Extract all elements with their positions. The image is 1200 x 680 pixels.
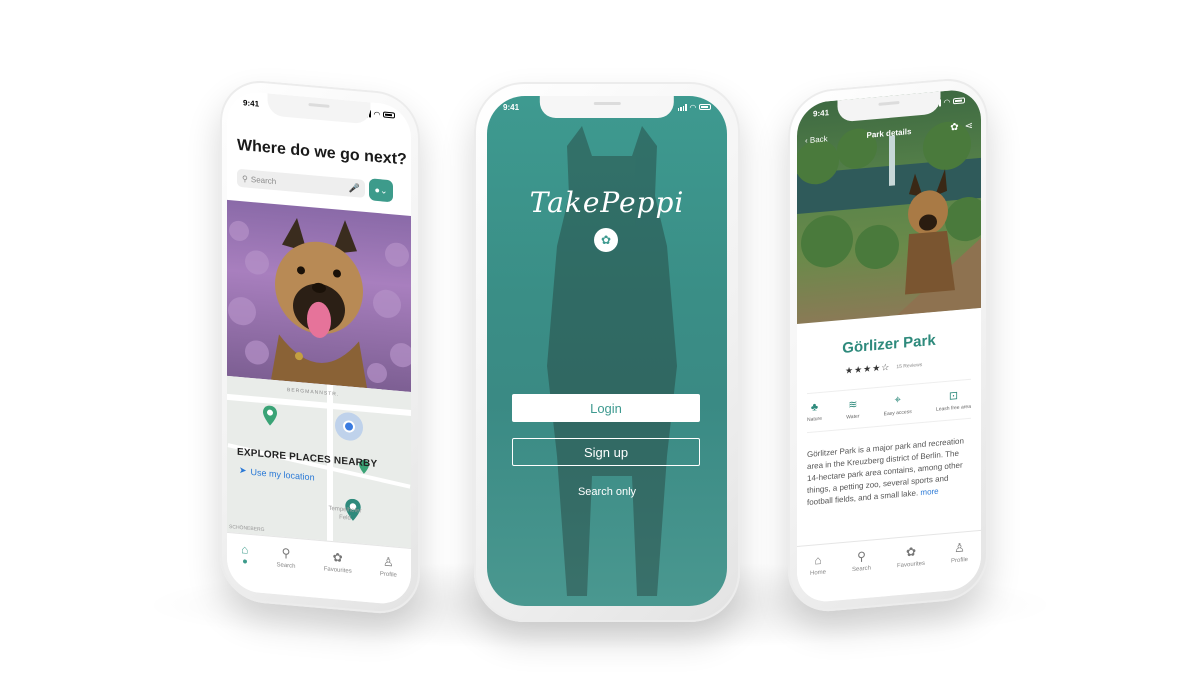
wifi-icon: ◠	[373, 109, 380, 119]
wifi-icon: ◠	[943, 97, 950, 107]
amenity-label: Leash free area	[935, 403, 971, 413]
microphone-icon[interactable]: 🎤	[349, 182, 360, 194]
brand-logo: TakePeppi	[529, 186, 685, 219]
battery-icon	[953, 97, 965, 105]
filter-button[interactable]: ● ⌄	[369, 178, 393, 203]
phone-park-details-screen: 9:41 ◠ ‹ Back Park details ✿ ⋖ Görlizer …	[788, 75, 988, 615]
wifi-icon: ◠	[689, 102, 696, 112]
paw-favourite-icon[interactable]: ✿	[950, 122, 958, 134]
description-text: Görlitzer Park is a major park and recre…	[807, 436, 964, 508]
park-details-screen: 9:41 ◠ ‹ Back Park details ✿ ⋖ Görlizer …	[797, 87, 981, 604]
amenity-leash-free: ⊡ Leash free area	[936, 388, 971, 413]
share-icon[interactable]: ⋖	[965, 121, 973, 133]
login-button[interactable]: Login	[512, 394, 700, 422]
search-screen: 9:41 ◠ Where do we go next? ⚲ Search 🎤 ●…	[227, 89, 411, 606]
tab-home[interactable]: ⌂ Home	[810, 552, 826, 602]
water-icon: ≋	[848, 398, 858, 412]
search-placeholder: Search	[250, 174, 277, 186]
phone-notch	[539, 96, 675, 118]
mockup-stage: 9:41 ◠ Where do we go next? ⚲ Search 🎤 ●…	[0, 0, 1200, 680]
back-button[interactable]: ‹ Back	[805, 134, 828, 145]
search-icon: ⚲	[281, 545, 291, 561]
tab-home[interactable]: ⌂	[241, 542, 248, 592]
paw-icon: ✿	[332, 550, 343, 565]
tree-icon: ♣	[810, 401, 819, 414]
tab-label: Profile	[950, 557, 968, 565]
signal-icon	[677, 103, 687, 111]
profile-icon: ♙	[954, 540, 965, 556]
current-location-dot	[343, 420, 355, 434]
search-only-link[interactable]: Search only	[487, 486, 727, 498]
map-pin-icon[interactable]	[263, 405, 277, 426]
active-indicator	[242, 559, 247, 564]
tab-label: Favourites	[323, 566, 352, 575]
status-time: 9:41	[243, 97, 260, 109]
review-count: 15 Reviews	[896, 361, 923, 370]
tab-search[interactable]: ⚲ Search	[277, 545, 296, 596]
phone-notch	[267, 93, 371, 125]
battery-icon	[699, 104, 711, 110]
status-time: 9:41	[503, 102, 520, 112]
amenities-row: ♣ Nature ≋ Water ⌖ Easy access ⊡ Leash f…	[807, 378, 971, 434]
tab-label: Profile	[379, 571, 397, 579]
park-rating[interactable]: ★★★★☆ 15 Reviews	[845, 359, 922, 377]
map-pin-icon: ⌖	[894, 393, 901, 407]
paw-icon: ✿	[905, 544, 917, 560]
battery-icon	[383, 111, 395, 119]
login-screen: 9:41 ◠ TakePeppi ✿ Login Sign up Search …	[487, 96, 727, 606]
tab-label: Favourites	[896, 560, 925, 570]
tab-label: Search	[276, 562, 296, 570]
amenity-label: Water	[846, 413, 860, 421]
back-label: Back	[809, 134, 828, 145]
park-title: Görlizer Park	[842, 331, 936, 357]
phone-login-screen: 9:41 ◠ TakePeppi ✿ Login Sign up Search …	[474, 82, 740, 622]
signup-button[interactable]: Sign up	[512, 438, 700, 466]
leash-icon: ⊡	[948, 389, 959, 403]
featured-dog-photo[interactable]	[227, 199, 411, 392]
home-icon: ⌂	[241, 542, 249, 557]
tab-profile[interactable]: ♙ Profile	[380, 554, 397, 604]
map-road	[227, 393, 411, 416]
search-icon: ⚲	[857, 548, 866, 564]
phone-search-screen: 9:41 ◠ Where do we go next? ⚲ Search 🎤 ●…	[220, 77, 420, 617]
home-icon: ⌂	[814, 552, 822, 568]
tab-profile[interactable]: ♙ Profile	[951, 540, 968, 590]
tab-search[interactable]: ⚲ Search	[852, 548, 871, 599]
amenity-easy-access: ⌖ Easy access	[884, 393, 912, 417]
tab-bar: ⌂ Home ⚲ Search ✿ Favourites ♙ Profile	[797, 529, 981, 604]
paw-tag-icon: ✿	[594, 228, 618, 252]
tab-favourites[interactable]: ✿ Favourites	[324, 549, 352, 600]
status-time: 9:41	[813, 107, 830, 119]
tab-label: Home	[809, 569, 826, 577]
page-title: Where do we go next?	[237, 136, 407, 169]
dog-illustration	[228, 217, 411, 389]
park-description: Görlitzer Park is a major park and recre…	[807, 435, 971, 509]
amenity-water: ≋ Water	[846, 398, 859, 421]
location-arrow-icon: ➤	[239, 464, 247, 476]
amenity-label: Nature	[807, 415, 823, 424]
amenity-label: Easy access	[883, 408, 912, 418]
tab-label: Search	[851, 565, 871, 574]
profile-icon: ♙	[383, 554, 394, 570]
more-link[interactable]: more	[920, 487, 938, 498]
search-icon: ⚲	[242, 173, 248, 184]
chevron-down-icon: ⌄	[379, 184, 388, 196]
search-input[interactable]: ⚲ Search 🎤	[237, 168, 365, 198]
amenity-nature: ♣ Nature	[807, 401, 822, 424]
star-rating: ★★★★☆	[845, 361, 891, 376]
tab-favourites[interactable]: ✿ Favourites	[897, 544, 925, 595]
